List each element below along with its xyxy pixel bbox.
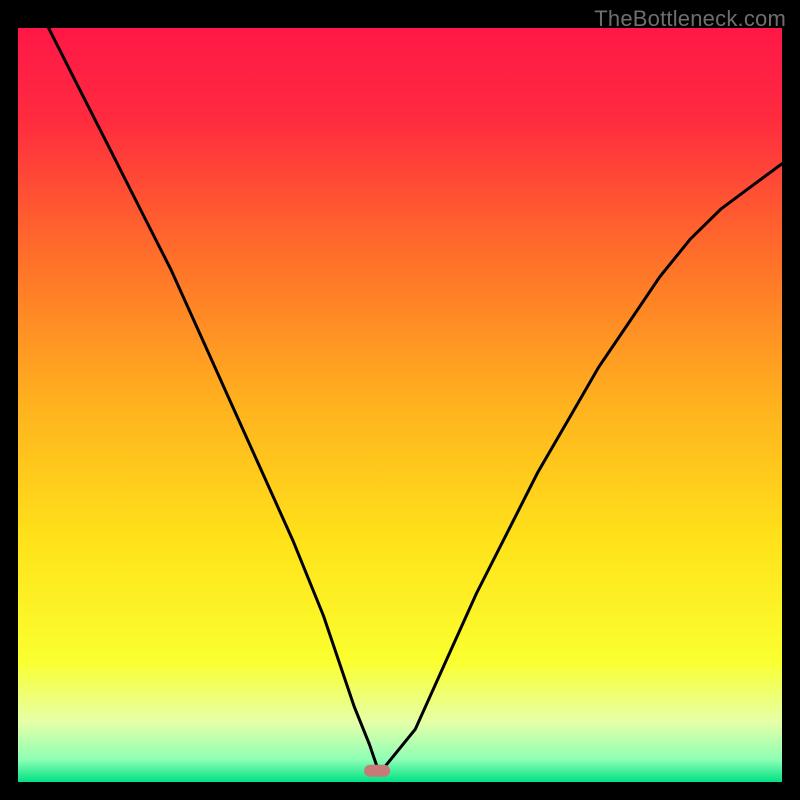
optimum-marker <box>364 765 390 777</box>
chart-frame <box>18 28 782 782</box>
gradient-background <box>18 28 782 782</box>
bottleneck-chart <box>18 28 782 782</box>
